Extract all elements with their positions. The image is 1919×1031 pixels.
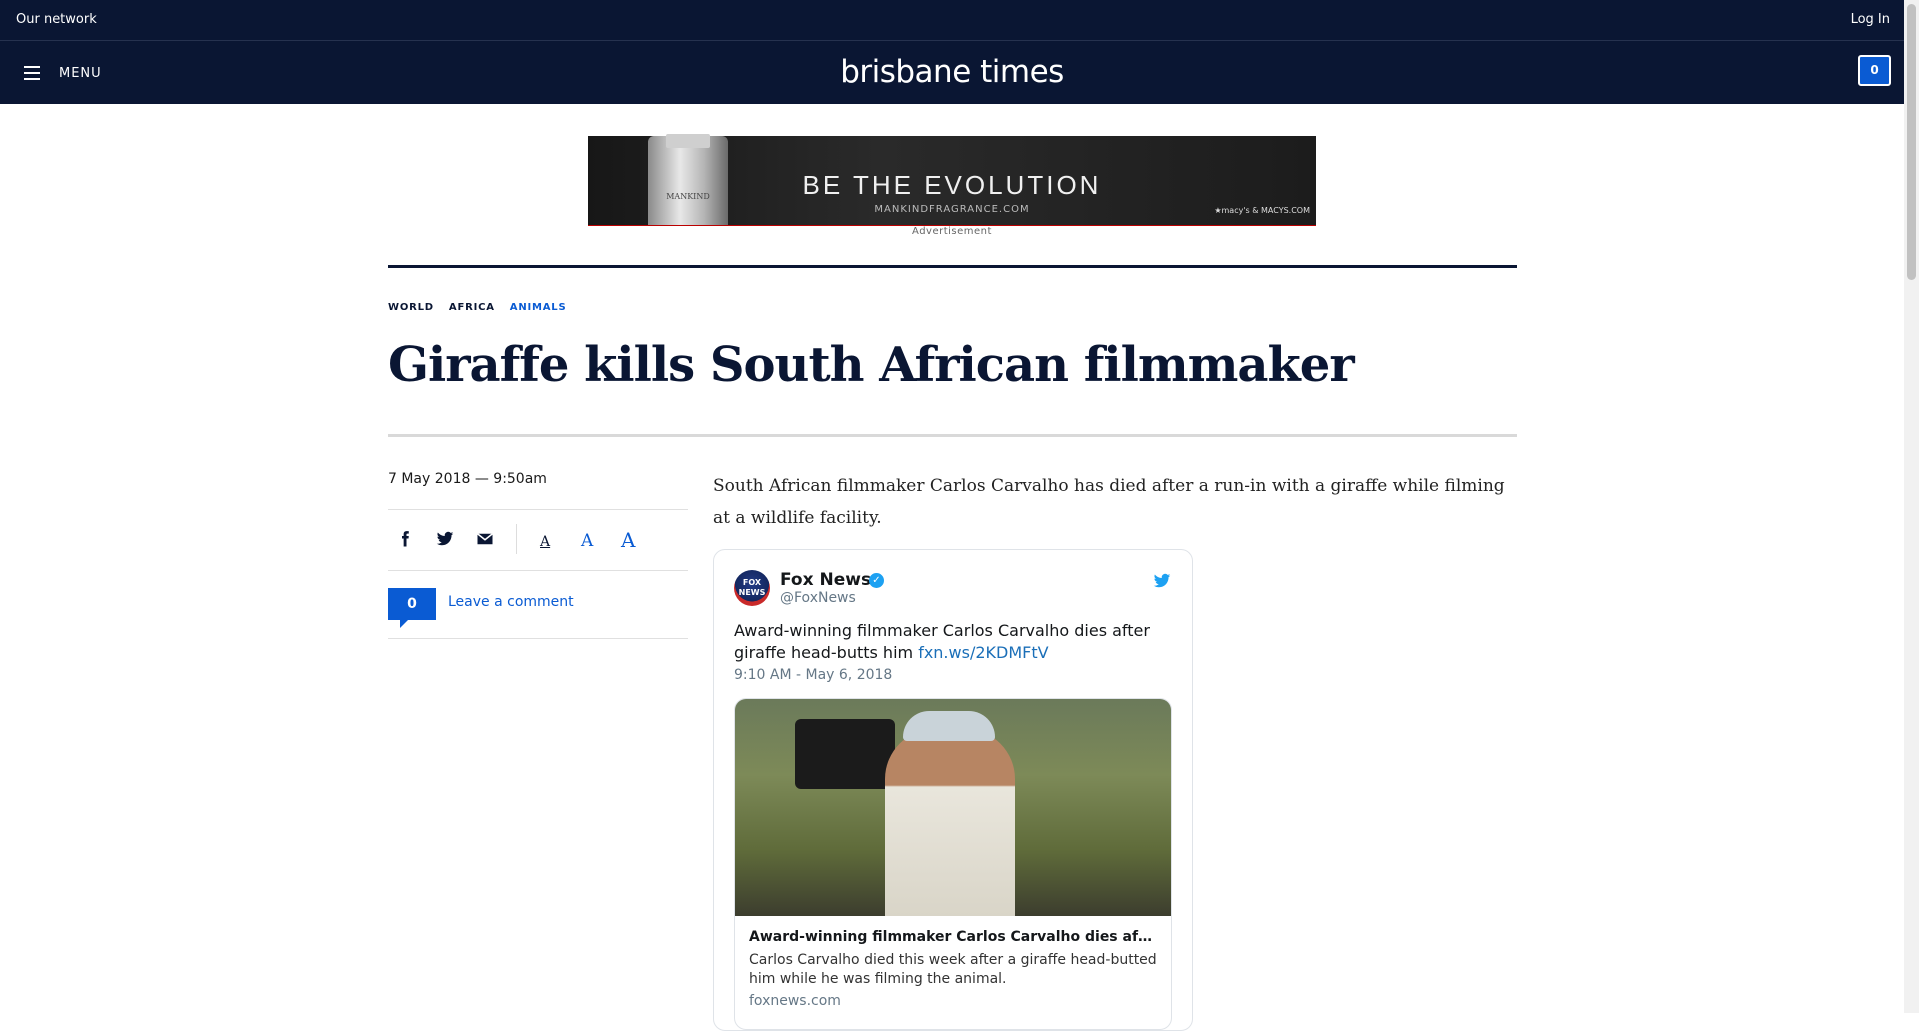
email-icon[interactable] (476, 530, 494, 548)
font-size-large-button[interactable]: A (621, 528, 635, 552)
font-size-medium-button[interactable]: A (581, 531, 593, 551)
ad-url: MANKINDFRAGRANCE.COM (874, 204, 1030, 215)
tweet-timestamp[interactable]: 9:10 AM - May 6, 2018 (734, 667, 892, 683)
top-bar: Our network Log In (0, 0, 1904, 41)
comment-section: 0 Leave a comment (388, 570, 688, 639)
section-divider (388, 265, 1517, 268)
breadcrumb: WORLD AFRICA ANIMALS (388, 302, 581, 313)
twitter-icon[interactable] (436, 530, 454, 548)
leave-comment-link[interactable]: Leave a comment (448, 594, 574, 610)
tweet-handle[interactable]: @FoxNews (780, 590, 856, 606)
share-separator (516, 524, 517, 554)
article-lede: South African filmmaker Carlos Carvalho … (713, 476, 1505, 528)
comment-count-badge[interactable]: 0 (388, 588, 436, 628)
tag-animals[interactable]: ANIMALS (510, 302, 567, 313)
tag-world[interactable]: WORLD (388, 302, 434, 313)
fox-news-avatar[interactable]: FOX NEWS (734, 570, 770, 606)
login-link[interactable]: Log In (1851, 12, 1890, 27)
article-title: Giraffe kills South African filmmaker (388, 337, 1355, 393)
advertisement-banner[interactable]: MANKIND BE THE EVOLUTION MANKINDFRAGRANC… (588, 134, 1316, 226)
site-header: MENU brisbane times 0 (0, 41, 1904, 104)
article-date: 7 May 2018 — 9:50am (388, 471, 547, 487)
tweet-link[interactable]: fxn.ws/2KDMFtV (918, 643, 1048, 662)
card-domain: foxnews.com (749, 993, 841, 1009)
title-divider (388, 434, 1517, 437)
share-toolbar: A A A (388, 509, 688, 571)
filmmaker-photo (735, 699, 1171, 916)
ad-headline: BE THE EVOLUTION (802, 170, 1102, 200)
tweet-text: Award-winning filmmaker Carlos Carvalho … (734, 620, 1174, 664)
card-description: Carlos Carvalho died this week after a g… (749, 952, 1157, 987)
verified-icon: ✓ (869, 573, 884, 588)
tweet-author-name[interactable]: Fox News (780, 570, 871, 590)
notification-count-badge[interactable]: 0 (1858, 55, 1891, 86)
card-title: Award-winning filmmaker Carlos Carvalho … (749, 929, 1153, 945)
embedded-tweet[interactable]: FOX NEWS Fox News ✓ @FoxNews Award-winni… (713, 549, 1193, 1031)
tag-africa[interactable]: AFRICA (449, 302, 495, 313)
ad-store: ★macy's & MACYS.COM (1214, 206, 1310, 215)
advertisement-label: Advertisement (912, 226, 992, 237)
facebook-icon[interactable] (396, 530, 414, 548)
scrollbar-thumb[interactable] (1907, 4, 1916, 280)
our-network-link[interactable]: Our network (16, 12, 97, 27)
font-size-small-button[interactable]: A (540, 534, 550, 550)
site-logo[interactable]: brisbane times (0, 54, 1904, 90)
twitter-bird-icon[interactable] (1152, 572, 1172, 590)
scrollbar[interactable] (1904, 0, 1919, 1013)
tweet-link-card[interactable]: Award-winning filmmaker Carlos Carvalho … (734, 698, 1172, 1030)
